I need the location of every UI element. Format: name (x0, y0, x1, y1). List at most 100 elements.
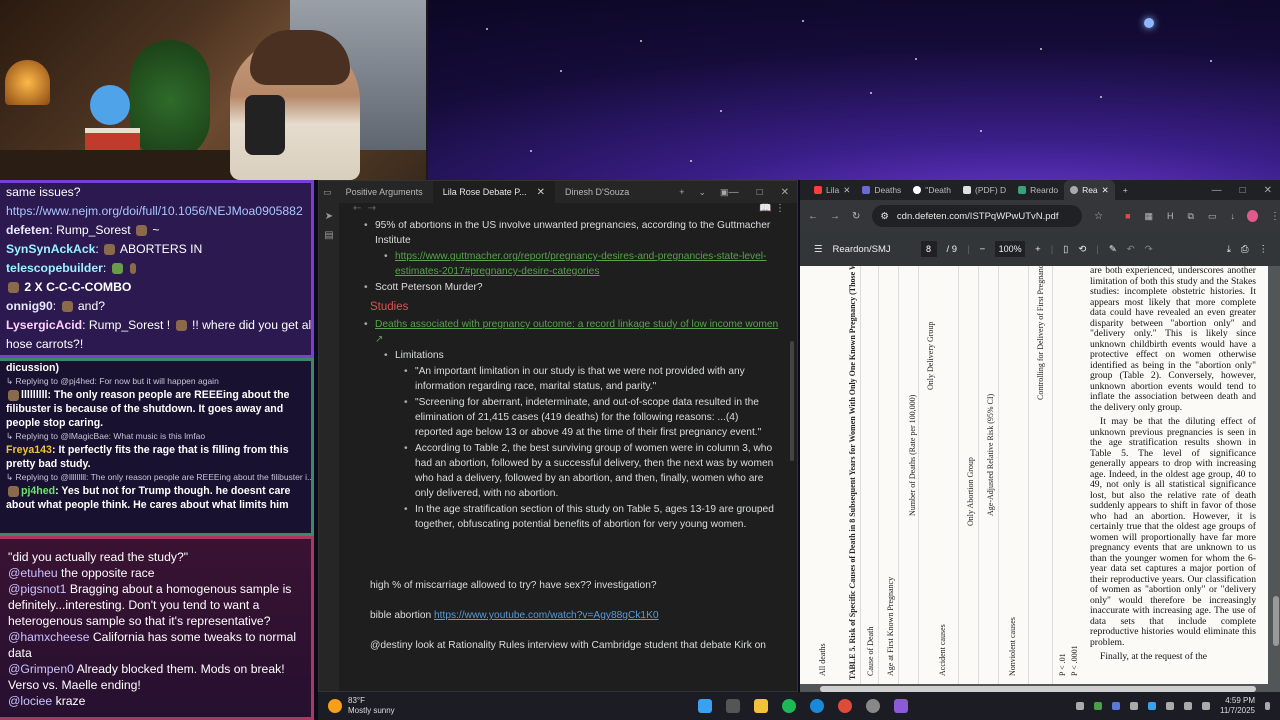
site-info-icon[interactable]: ⚙ (880, 211, 889, 222)
browser-tab[interactable]: "Death (907, 180, 957, 200)
tab-lila-rose-debate[interactable]: Lila Rose Debate P... ✕ (432, 181, 555, 203)
close-icon[interactable]: ✕ (843, 185, 850, 196)
fit-page-icon[interactable]: ▯ (1063, 244, 1068, 255)
avatar[interactable] (1247, 210, 1258, 222)
page-number-input[interactable]: 8 (920, 241, 937, 257)
list-item: In the age stratification section of thi… (401, 502, 779, 532)
more-options-icon[interactable]: ⋮ (1259, 244, 1280, 255)
forward-icon[interactable]: → (368, 203, 376, 214)
annotate-icon[interactable]: ✎ (1109, 244, 1117, 255)
close-icon[interactable]: ✕ (1102, 185, 1109, 196)
table-header: Cause of Death (866, 626, 875, 676)
extension-icon[interactable]: ▦ (1145, 211, 1154, 222)
close-window-icon[interactable]: ✕ (1264, 185, 1272, 196)
globe-icon (1070, 186, 1079, 194)
pdf-viewer[interactable]: TABLE 5. Risk of Specific Causes of Deat… (800, 266, 1280, 692)
chrome-icon[interactable] (838, 699, 852, 713)
obsidian-ribbon: ➤ ▤ (319, 203, 339, 691)
youtube-link[interactable]: https://www.youtube.com/watch?v=Agy88gCk… (434, 610, 659, 621)
close-window-icon[interactable]: ✕ (781, 187, 789, 198)
browser-tab-active[interactable]: Rea ✕ (1064, 180, 1115, 200)
reply-context: ↳ Replying to @pj4hed: For now but it wi… (6, 376, 219, 386)
print-icon[interactable]: ⎙ (1241, 244, 1249, 255)
task-view-icon[interactable] (726, 699, 740, 713)
browser-tab[interactable]: Deaths (856, 180, 907, 200)
chevron-up-icon[interactable] (1076, 702, 1084, 710)
spotify-icon[interactable] (782, 699, 796, 713)
zoom-input[interactable]: 100% (995, 241, 1026, 257)
download-icon[interactable]: ⤓ (1227, 244, 1231, 255)
chat-message: @etuheu the opposite race (8, 566, 155, 580)
menu-icon[interactable]: ⋮ (1270, 211, 1280, 222)
notification-icon[interactable] (1265, 702, 1270, 710)
page-icon (1018, 186, 1027, 194)
chat-message: hose carrots?! (6, 337, 84, 351)
browser-tab[interactable]: Reardo (1012, 180, 1064, 200)
extensions-puzzle-icon[interactable]: ⧉ (1188, 211, 1194, 222)
chat-message: @pigsnot1 Bragging about a homogenous sa… (8, 582, 292, 628)
zoom-in-icon[interactable]: + (1035, 244, 1041, 255)
minimize-icon[interactable]: — (729, 187, 739, 198)
address-bar[interactable]: ⚙ cdn.defeten.com/ISTPqWPwUTvN.pdf (872, 205, 1083, 227)
maximize-icon[interactable]: □ (1240, 185, 1246, 196)
extension-icon[interactable]: H (1167, 211, 1174, 222)
browser-tab[interactable]: Lila ✕ (808, 180, 856, 200)
rotate-icon[interactable]: ⟲ (1078, 244, 1086, 255)
weather-widget[interactable]: 83°F Mostly sunny (318, 696, 698, 716)
youtube-icon (814, 186, 822, 194)
extension-icon[interactable]: ■ (1125, 211, 1130, 222)
reading-view-icon[interactable]: 📖 ⋮ (759, 203, 785, 214)
note-content[interactable]: 95% of abortions in the US involve unwan… (349, 221, 779, 691)
chat-link[interactable]: https://www.nejm.org/doi/full/10.1056/NE… (6, 204, 303, 218)
files-icon[interactable]: ▤ (319, 230, 339, 241)
chat-message: defeten: Rump_Sorest ~ (6, 223, 160, 237)
tray-app-icon[interactable] (1130, 702, 1138, 710)
study-link[interactable]: Deaths associated with pregnancy outcome… (375, 319, 778, 330)
wifi-icon[interactable] (1166, 702, 1174, 710)
table-header: Only Abortion Group (966, 457, 975, 526)
pdf-text-column: are both experienced, underscores anothe… (1090, 266, 1256, 667)
maximize-icon[interactable]: □ (757, 187, 763, 198)
back-icon[interactable]: ← (353, 203, 361, 214)
tab-dinesh-dsouza[interactable]: Dinesh D'Souza (555, 181, 639, 203)
volume-icon[interactable] (1184, 702, 1192, 710)
back-icon[interactable]: ← (808, 211, 818, 222)
new-tab-icon[interactable]: + (1115, 180, 1136, 200)
minimize-icon[interactable]: — (1212, 185, 1222, 196)
tab-positive-arguments[interactable]: Positive Arguments (336, 181, 433, 203)
tray-app-icon[interactable] (1112, 702, 1120, 710)
tray-app-icon[interactable] (1094, 702, 1102, 710)
hamburger-menu-icon[interactable]: ☰ (814, 244, 823, 255)
browser-tab-bar: Lila ✕ Deaths "Death (PDF) D Reardo Rea ✕ … (800, 180, 1280, 200)
table-header: Age-Adjusted Relative Risk (95% CI) (986, 393, 995, 516)
new-tab-icon[interactable]: + (679, 187, 684, 197)
list-item: Deaths associated with pregnancy outcome… (361, 317, 779, 347)
scrollbar[interactable] (790, 341, 794, 461)
layout-icon[interactable]: ▣ (720, 187, 729, 198)
close-icon[interactable]: ✕ (537, 187, 545, 198)
clock[interactable]: 4:59 PM 11/7/2025 (1220, 696, 1255, 716)
edge-icon[interactable] (810, 699, 824, 713)
file-explorer-icon[interactable] (754, 699, 768, 713)
obs-icon[interactable] (866, 699, 880, 713)
send-icon[interactable]: ➤ (319, 211, 339, 222)
chat-message: pj4hed: Yes but not for Trump though. he… (6, 485, 291, 511)
start-icon[interactable] (698, 699, 712, 713)
scrollbar[interactable] (1273, 596, 1279, 646)
split-view-icon[interactable]: ▭ (1208, 211, 1217, 222)
redo-icon[interactable]: ↷ (1145, 244, 1153, 255)
bookmark-star-icon[interactable]: ☆ (1094, 211, 1103, 222)
forward-icon[interactable]: → (830, 211, 840, 222)
tray-app-icon[interactable] (1148, 702, 1156, 710)
downloads-icon[interactable]: ↓ (1231, 211, 1236, 222)
obsidian-icon[interactable] (894, 699, 908, 713)
battery-icon[interactable] (1202, 702, 1210, 710)
reload-icon[interactable]: ↻ (852, 211, 860, 222)
chevron-down-icon[interactable]: ⌄ (699, 187, 707, 198)
guttmacher-link[interactable]: https://www.guttmacher.org/report/pregna… (395, 251, 766, 277)
sidebar-toggle-icon[interactable]: ▭ (319, 187, 336, 198)
undo-icon[interactable]: ↶ (1127, 244, 1135, 255)
browser-tab[interactable]: (PDF) D (957, 180, 1012, 200)
table-footnote: P < .01 (1058, 653, 1067, 676)
zoom-out-icon[interactable]: − (980, 244, 986, 255)
